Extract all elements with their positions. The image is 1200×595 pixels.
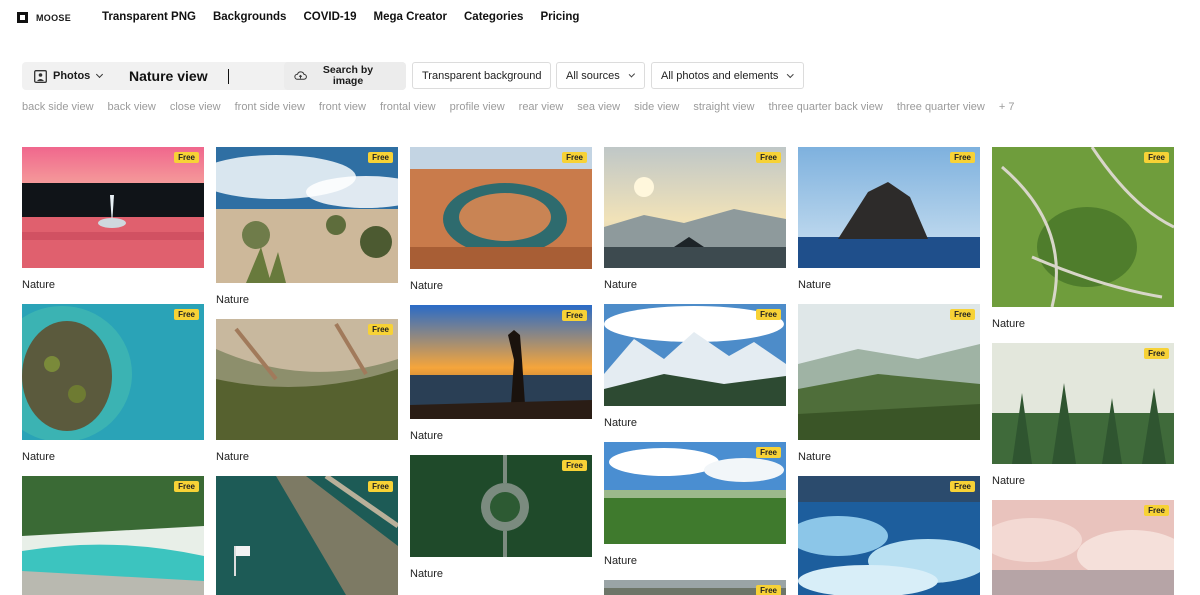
photo-thumbnail[interactable] xyxy=(992,343,1174,464)
free-badge: Free xyxy=(562,152,587,163)
transparent-background-label: Transparent background xyxy=(422,69,542,82)
free-badge: Free xyxy=(562,310,587,321)
free-badge: Free xyxy=(756,585,781,595)
search-by-image-button[interactable]: Search by image xyxy=(284,62,406,90)
free-badge: Free xyxy=(950,309,975,320)
chevron-down-icon xyxy=(787,70,794,78)
photo-caption: Nature xyxy=(798,279,832,291)
photo-thumbnail[interactable] xyxy=(22,304,204,440)
free-badge: Free xyxy=(368,152,393,163)
elements-dropdown[interactable]: All photos and elements xyxy=(651,62,804,89)
cloud-upload-icon xyxy=(294,71,307,80)
suggestion-back-side-view[interactable]: back side view xyxy=(22,101,94,113)
photo-caption: Nature xyxy=(22,279,56,291)
free-badge: Free xyxy=(1144,505,1169,516)
free-badge: Free xyxy=(174,152,199,163)
sources-label: All sources xyxy=(566,69,620,82)
search-input[interactable] xyxy=(129,66,281,86)
free-badge: Free xyxy=(174,309,199,320)
photo-thumbnail[interactable] xyxy=(798,147,980,268)
suggestion-front-side-view[interactable]: front side view xyxy=(235,101,305,113)
photo-caption: Nature xyxy=(992,475,1026,487)
related-searches: back side view back view close view fron… xyxy=(22,101,1028,113)
suggestion-frontal-view[interactable]: frontal view xyxy=(380,101,436,113)
free-badge: Free xyxy=(950,481,975,492)
photo-thumbnail[interactable] xyxy=(992,147,1174,307)
suggestion-three-quarter-view[interactable]: three quarter view xyxy=(897,101,985,113)
photo-caption: Nature xyxy=(22,451,56,463)
photo-caption: Nature xyxy=(604,555,638,567)
suggestion-three-quarter-back-view[interactable]: three quarter back view xyxy=(768,101,882,113)
photo-thumbnail[interactable] xyxy=(410,305,592,419)
chevron-down-icon xyxy=(96,70,104,79)
transparent-background-toggle[interactable]: Transparent background xyxy=(412,62,551,89)
search-type-label: Photos xyxy=(53,70,91,82)
suggestion-rear-view[interactable]: rear view xyxy=(519,101,564,113)
photo-caption: Nature xyxy=(216,451,250,463)
photo-thumbnail[interactable] xyxy=(410,147,592,269)
more-suggestions-link[interactable]: + 7 xyxy=(999,101,1015,113)
nav-link-mega-creator[interactable]: Mega Creator xyxy=(374,11,448,23)
suggestion-straight-view[interactable]: straight view xyxy=(693,101,754,113)
nav-link-backgrounds[interactable]: Backgrounds xyxy=(213,11,287,23)
free-badge: Free xyxy=(368,481,393,492)
sources-dropdown[interactable]: All sources xyxy=(556,62,645,89)
top-navigation: MOOSE Transparent PNG Backgrounds COVID-… xyxy=(0,0,1200,36)
nav-link-pricing[interactable]: Pricing xyxy=(540,11,579,23)
suggestion-close-view[interactable]: close view xyxy=(170,101,221,113)
free-badge: Free xyxy=(950,152,975,163)
suggestion-front-view[interactable]: front view xyxy=(319,101,366,113)
photo-thumbnail[interactable] xyxy=(22,147,204,268)
free-badge: Free xyxy=(368,324,393,335)
suggestion-profile-view[interactable]: profile view xyxy=(450,101,505,113)
photo-thumbnail[interactable] xyxy=(216,476,398,595)
photo-thumbnail[interactable] xyxy=(22,476,204,595)
search-bar: Photos Search by image xyxy=(22,62,406,90)
photo-caption: Nature xyxy=(992,318,1026,330)
photo-thumbnail[interactable] xyxy=(798,476,980,595)
photo-caption: Nature xyxy=(604,279,638,291)
chevron-down-icon xyxy=(628,70,635,78)
free-badge: Free xyxy=(756,152,781,163)
photo-caption: Nature xyxy=(410,280,444,292)
suggestion-sea-view[interactable]: sea view xyxy=(577,101,620,113)
suggestion-back-view[interactable]: back view xyxy=(108,101,156,113)
photo-thumbnail[interactable] xyxy=(604,147,786,268)
nav-link-covid-19[interactable]: COVID-19 xyxy=(303,11,356,23)
photo-caption: Nature xyxy=(604,417,638,429)
free-badge: Free xyxy=(756,447,781,458)
photo-icon xyxy=(34,69,47,83)
brand-name: MOOSE xyxy=(36,12,72,23)
free-badge: Free xyxy=(756,309,781,320)
nav-link-transparent-png[interactable]: Transparent PNG xyxy=(102,11,196,23)
photo-thumbnail[interactable] xyxy=(216,319,398,440)
free-badge: Free xyxy=(174,481,199,492)
suggestion-side-view[interactable]: side view xyxy=(634,101,679,113)
nav-link-categories[interactable]: Categories xyxy=(464,11,523,23)
elements-label: All photos and elements xyxy=(661,69,779,82)
free-badge: Free xyxy=(1144,152,1169,163)
photo-caption: Nature xyxy=(410,568,444,580)
search-type-dropdown[interactable]: Photos xyxy=(22,62,118,90)
photo-caption: Nature xyxy=(410,430,444,442)
photo-caption: Nature xyxy=(798,451,832,463)
photo-caption: Nature xyxy=(216,294,250,306)
photo-thumbnail[interactable] xyxy=(798,304,980,440)
photo-thumbnail[interactable] xyxy=(216,147,398,283)
brand-logo[interactable]: MOOSE xyxy=(17,12,71,23)
nav-links: Transparent PNG Backgrounds COVID-19 Meg… xyxy=(102,11,596,23)
logo-icon xyxy=(17,12,28,23)
free-badge: Free xyxy=(1144,348,1169,359)
text-caret xyxy=(228,69,229,84)
free-badge: Free xyxy=(562,460,587,471)
search-by-image-label: Search by image xyxy=(322,64,374,87)
